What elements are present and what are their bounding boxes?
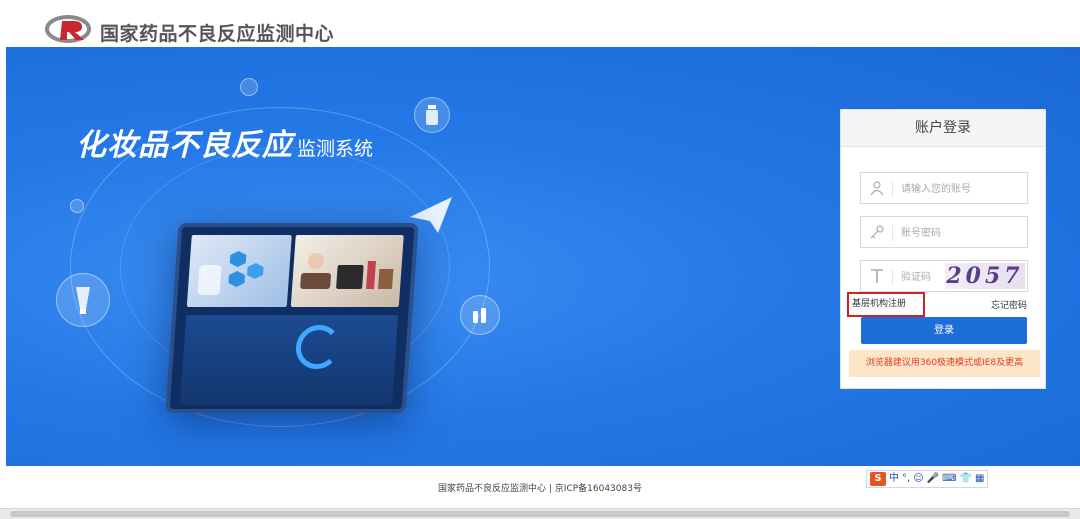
- user-icon: [870, 181, 884, 196]
- horizontal-scrollbar[interactable]: [0, 508, 1080, 519]
- skin-icon[interactable]: 👕: [960, 472, 972, 486]
- monitor-illustration: [165, 223, 419, 413]
- login-title: 账户登录: [841, 110, 1045, 147]
- password-input[interactable]: [901, 223, 1025, 243]
- cosmetics-icon: [460, 295, 500, 335]
- site-logo-icon: [45, 15, 91, 43]
- login-button[interactable]: 登录: [861, 317, 1027, 344]
- toolbox-icon[interactable]: ▦: [975, 472, 984, 486]
- dot-icon: [70, 199, 84, 213]
- punctuation-icon[interactable]: °,: [902, 472, 910, 486]
- text-t-icon: [871, 269, 883, 283]
- username-field[interactable]: [860, 172, 1028, 204]
- system-title: 化妆品不良反应 监测系统: [76, 120, 373, 164]
- forgot-password-link[interactable]: 忘记密码: [991, 298, 1027, 311]
- chinese-mode-icon[interactable]: 中: [889, 472, 899, 486]
- browser-tip: 浏览器建议用360极速模式或IE8及更高: [849, 350, 1040, 377]
- field-separator: [892, 269, 893, 285]
- field-separator: [892, 181, 893, 197]
- captcha-field[interactable]: 2057: [860, 260, 1028, 292]
- bottle-icon: [414, 97, 450, 133]
- system-title-main: 化妆品不良反应: [76, 128, 293, 163]
- login-card: 账户登录 2057 基层机构注册 忘记密码: [840, 109, 1046, 389]
- captcha-image[interactable]: 2057: [945, 263, 1025, 289]
- sogou-logo-icon[interactable]: S: [870, 472, 886, 486]
- field-separator: [892, 225, 893, 241]
- captcha-input[interactable]: [901, 267, 947, 287]
- scrollbar-thumb[interactable]: [10, 511, 1070, 517]
- keyboard-icon[interactable]: ⌨: [942, 472, 956, 486]
- key-icon: [870, 225, 884, 239]
- microphone-icon[interactable]: 🎤: [927, 472, 939, 486]
- emoji-icon[interactable]: ☺: [913, 472, 923, 486]
- gauge-chart-icon: [294, 325, 342, 369]
- ime-toolbar: S 中 °, ☺ 🎤 ⌨ 👕 ▦: [866, 470, 989, 488]
- tube-icon: [56, 273, 110, 327]
- site-title: 国家药品不良反应监测中心: [100, 23, 335, 45]
- screen-molecules-image: [186, 235, 292, 307]
- register-link[interactable]: 基层机构注册: [847, 292, 925, 317]
- left-edge: [0, 47, 6, 466]
- dot-icon: [240, 78, 258, 96]
- username-input[interactable]: [901, 179, 1025, 199]
- page: 国家药品不良反应监测中心 化妆品不良反应 监测系统 账户登录 请输入您的账号 验…: [0, 0, 1080, 519]
- screen-cosmetics-image: [290, 235, 404, 307]
- screen-dashboard: [179, 315, 399, 405]
- system-title-sub: 监测系统: [297, 138, 374, 160]
- header: 国家药品不良反应监测中心: [0, 0, 1080, 47]
- password-field[interactable]: [860, 216, 1028, 248]
